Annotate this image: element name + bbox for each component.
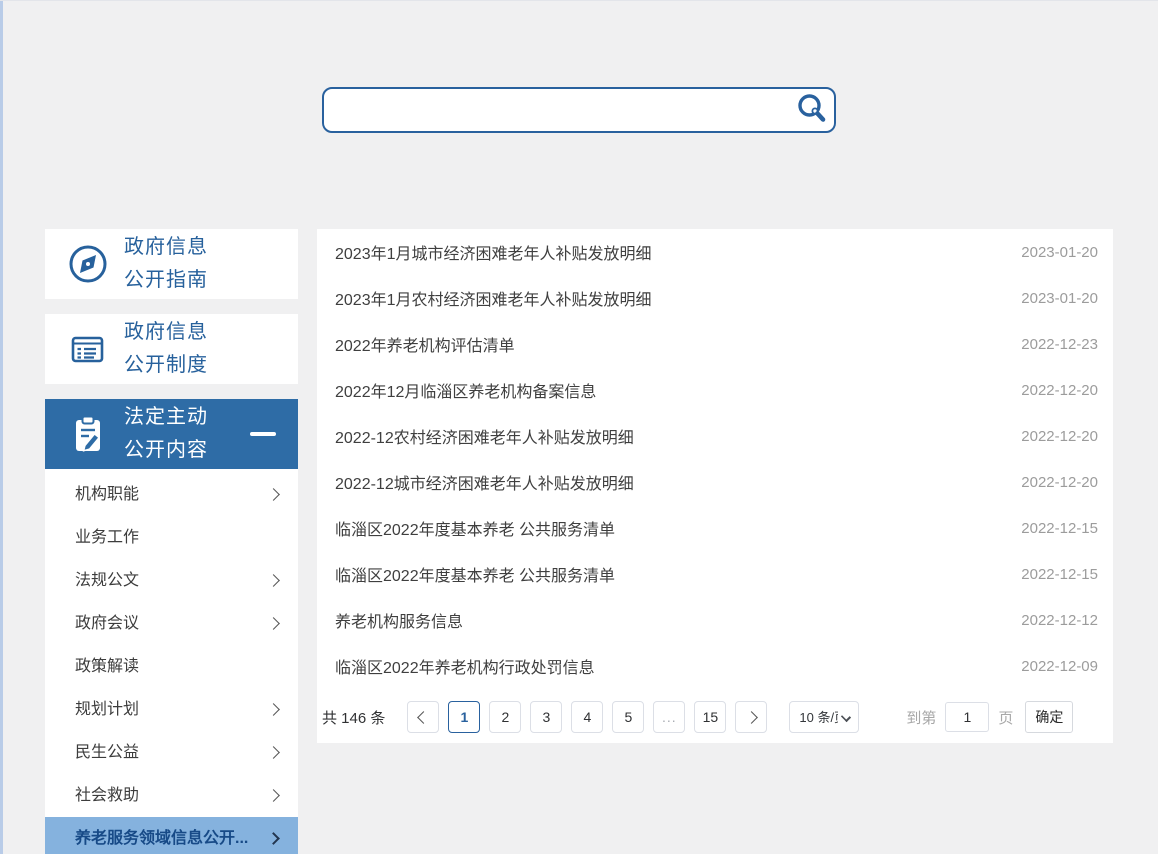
document-list-row[interactable]: 2022-12城市经济困难老年人补贴发放明细 2022-12-20 xyxy=(317,459,1113,505)
document-date: 2022-12-20 xyxy=(1021,428,1098,445)
search-button[interactable] xyxy=(790,89,834,131)
document-list-row[interactable]: 养老机构服务信息 2022-12-12 xyxy=(317,597,1113,643)
page-number-button[interactable]: 2 xyxy=(489,701,521,733)
ledger-icon xyxy=(65,326,111,372)
sidebar-card-guide[interactable]: 政府信息 公开指南 xyxy=(45,229,298,299)
document-list-row[interactable]: 2023年1月农村经济困难老年人补贴发放明细 2023-01-20 xyxy=(317,275,1113,321)
total-count-label: 共 146 条 xyxy=(322,707,385,728)
chevron-right-icon xyxy=(745,711,758,724)
sidebar-menu-item[interactable]: 政府会议 xyxy=(45,602,298,645)
sidebar-card-label: 法定主动 公开内容 xyxy=(124,401,208,467)
sidebar-menu-item-label: 养老服务领域信息公开... xyxy=(75,817,248,854)
sidebar-menu-item[interactable]: 政策解读 xyxy=(45,645,298,688)
pagination-bar: 共 146 条 1 2 3 4 5 ... 15 10 条/页 到第 页 xyxy=(320,701,1097,733)
sidebar-menu-item-label: 社会救助 xyxy=(75,774,139,817)
sidebar-card-label: 政府信息 公开指南 xyxy=(124,231,208,297)
search-icon xyxy=(795,92,829,129)
document-date: 2022-12-12 xyxy=(1021,612,1098,629)
sidebar-menu-item-label: 政府会议 xyxy=(75,602,139,645)
page: 政府信息 公开指南 政府信息 公开制度 xyxy=(0,0,1158,854)
page-number-button[interactable]: 15 xyxy=(694,701,726,733)
document-date: 2022-12-23 xyxy=(1021,336,1098,353)
search-input[interactable] xyxy=(324,89,790,131)
document-title-link[interactable]: 2022年养老机构评估清单 xyxy=(335,332,515,356)
document-title-link[interactable]: 2023年1月城市经济困难老年人补贴发放明细 xyxy=(335,240,652,264)
sidebar-menu-item-label: 规划计划 xyxy=(75,688,139,731)
document-title-link[interactable]: 临淄区2022年养老机构行政处罚信息 xyxy=(335,654,595,678)
goto-page-input[interactable] xyxy=(945,702,989,732)
document-list-row[interactable]: 临淄区2022年度基本养老 公共服务清单 2022-12-15 xyxy=(317,505,1113,551)
page-size-select-wrap: 10 条/页 xyxy=(789,701,859,733)
goto-suffix-label: 页 xyxy=(998,707,1013,728)
document-date: 2022-12-15 xyxy=(1021,566,1098,583)
compass-icon xyxy=(65,241,111,287)
document-date: 2022-12-09 xyxy=(1021,658,1098,675)
sidebar-menu-item-label: 民生公益 xyxy=(75,731,139,774)
chevron-right-icon xyxy=(267,789,280,802)
clipboard-pen-icon xyxy=(65,411,111,457)
sidebar-menu-item-label: 法规公文 xyxy=(75,559,139,602)
chevron-right-icon xyxy=(267,832,280,845)
sidebar-menu-item[interactable]: 机构职能 xyxy=(45,473,298,516)
page-number-buttons: 1 2 3 4 5 ... 15 xyxy=(448,701,735,733)
page-size-select[interactable]: 10 条/页 xyxy=(789,701,859,733)
document-list-row[interactable]: 2022-12农村经济困难老年人补贴发放明细 2022-12-20 xyxy=(317,413,1113,459)
sidebar-menu-item-label: 政策解读 xyxy=(75,645,139,688)
document-title-link[interactable]: 2022-12农村经济困难老年人补贴发放明细 xyxy=(335,424,634,448)
sidebar-menu-item[interactable]: 规划计划 xyxy=(45,688,298,731)
document-date: 2022-12-20 xyxy=(1021,474,1098,491)
sidebar-menu-item[interactable]: 社会救助 xyxy=(45,774,298,817)
page-number-button[interactable]: ... xyxy=(653,701,685,733)
document-date: 2023-01-20 xyxy=(1021,290,1098,307)
minus-icon[interactable] xyxy=(250,432,276,436)
page-left-accent-strip xyxy=(0,1,3,854)
document-date: 2023-01-20 xyxy=(1021,244,1098,261)
chevron-left-icon xyxy=(417,711,430,724)
sidebar-menu-item[interactable]: 法规公文 xyxy=(45,559,298,602)
document-list-row[interactable]: 临淄区2022年养老机构行政处罚信息 2022-12-09 xyxy=(317,643,1113,689)
chevron-right-icon xyxy=(267,617,280,630)
sidebar-menu-item[interactable]: 业务工作 xyxy=(45,516,298,559)
document-list-row[interactable]: 2023年1月城市经济困难老年人补贴发放明细 2023-01-20 xyxy=(317,229,1113,275)
next-page-button[interactable] xyxy=(735,701,767,733)
goto-prefix-label: 到第 xyxy=(906,707,936,728)
sidebar-menu-item[interactable]: 养老服务领域信息公开... xyxy=(45,817,298,854)
document-title-link[interactable]: 养老机构服务信息 xyxy=(335,608,463,632)
document-list: 2023年1月城市经济困难老年人补贴发放明细 2023-01-20 2023年1… xyxy=(317,229,1113,689)
document-title-link[interactable]: 2022-12城市经济困难老年人补贴发放明细 xyxy=(335,470,634,494)
content-panel: 2023年1月城市经济困难老年人补贴发放明细 2023-01-20 2023年1… xyxy=(317,229,1113,743)
document-date: 2022-12-15 xyxy=(1021,520,1098,537)
chevron-right-icon xyxy=(267,488,280,501)
page-number-button[interactable]: 3 xyxy=(530,701,562,733)
sidebar-menu: 机构职能 业务工作 法规公文 政府会议 政策解读 规划计划 民生公益 社会救助 … xyxy=(45,469,298,854)
chevron-right-icon xyxy=(267,703,280,716)
chevron-right-icon xyxy=(267,746,280,759)
document-title-link[interactable]: 临淄区2022年度基本养老 公共服务清单 xyxy=(335,562,615,586)
goto-page-group: 到第 页 确定 xyxy=(906,701,1073,733)
document-title-link[interactable]: 临淄区2022年度基本养老 公共服务清单 xyxy=(335,516,615,540)
sidebar-menu-item[interactable]: 民生公益 xyxy=(45,731,298,774)
confirm-button[interactable]: 确定 xyxy=(1025,701,1073,733)
search-bar xyxy=(322,87,836,133)
document-date: 2022-12-20 xyxy=(1021,382,1098,399)
document-list-row[interactable]: 临淄区2022年度基本养老 公共服务清单 2022-12-15 xyxy=(317,551,1113,597)
page-number-button[interactable]: 5 xyxy=(612,701,644,733)
sidebar-menu-item-label: 业务工作 xyxy=(75,516,139,559)
chevron-right-icon xyxy=(267,574,280,587)
prev-page-button[interactable] xyxy=(407,701,439,733)
document-title-link[interactable]: 2023年1月农村经济困难老年人补贴发放明细 xyxy=(335,286,652,310)
document-title-link[interactable]: 2022年12月临淄区养老机构备案信息 xyxy=(335,378,596,402)
sidebar-menu-item-label: 机构职能 xyxy=(75,473,139,516)
sidebar-card-rules[interactable]: 政府信息 公开制度 xyxy=(45,314,298,384)
sidebar-card-label: 政府信息 公开制度 xyxy=(124,316,208,382)
document-list-row[interactable]: 2022年养老机构评估清单 2022-12-23 xyxy=(317,321,1113,367)
sidebar-card-statutory[interactable]: 法定主动 公开内容 xyxy=(45,399,298,469)
page-number-button[interactable]: 1 xyxy=(448,701,480,733)
document-list-row[interactable]: 2022年12月临淄区养老机构备案信息 2022-12-20 xyxy=(317,367,1113,413)
page-number-button[interactable]: 4 xyxy=(571,701,603,733)
